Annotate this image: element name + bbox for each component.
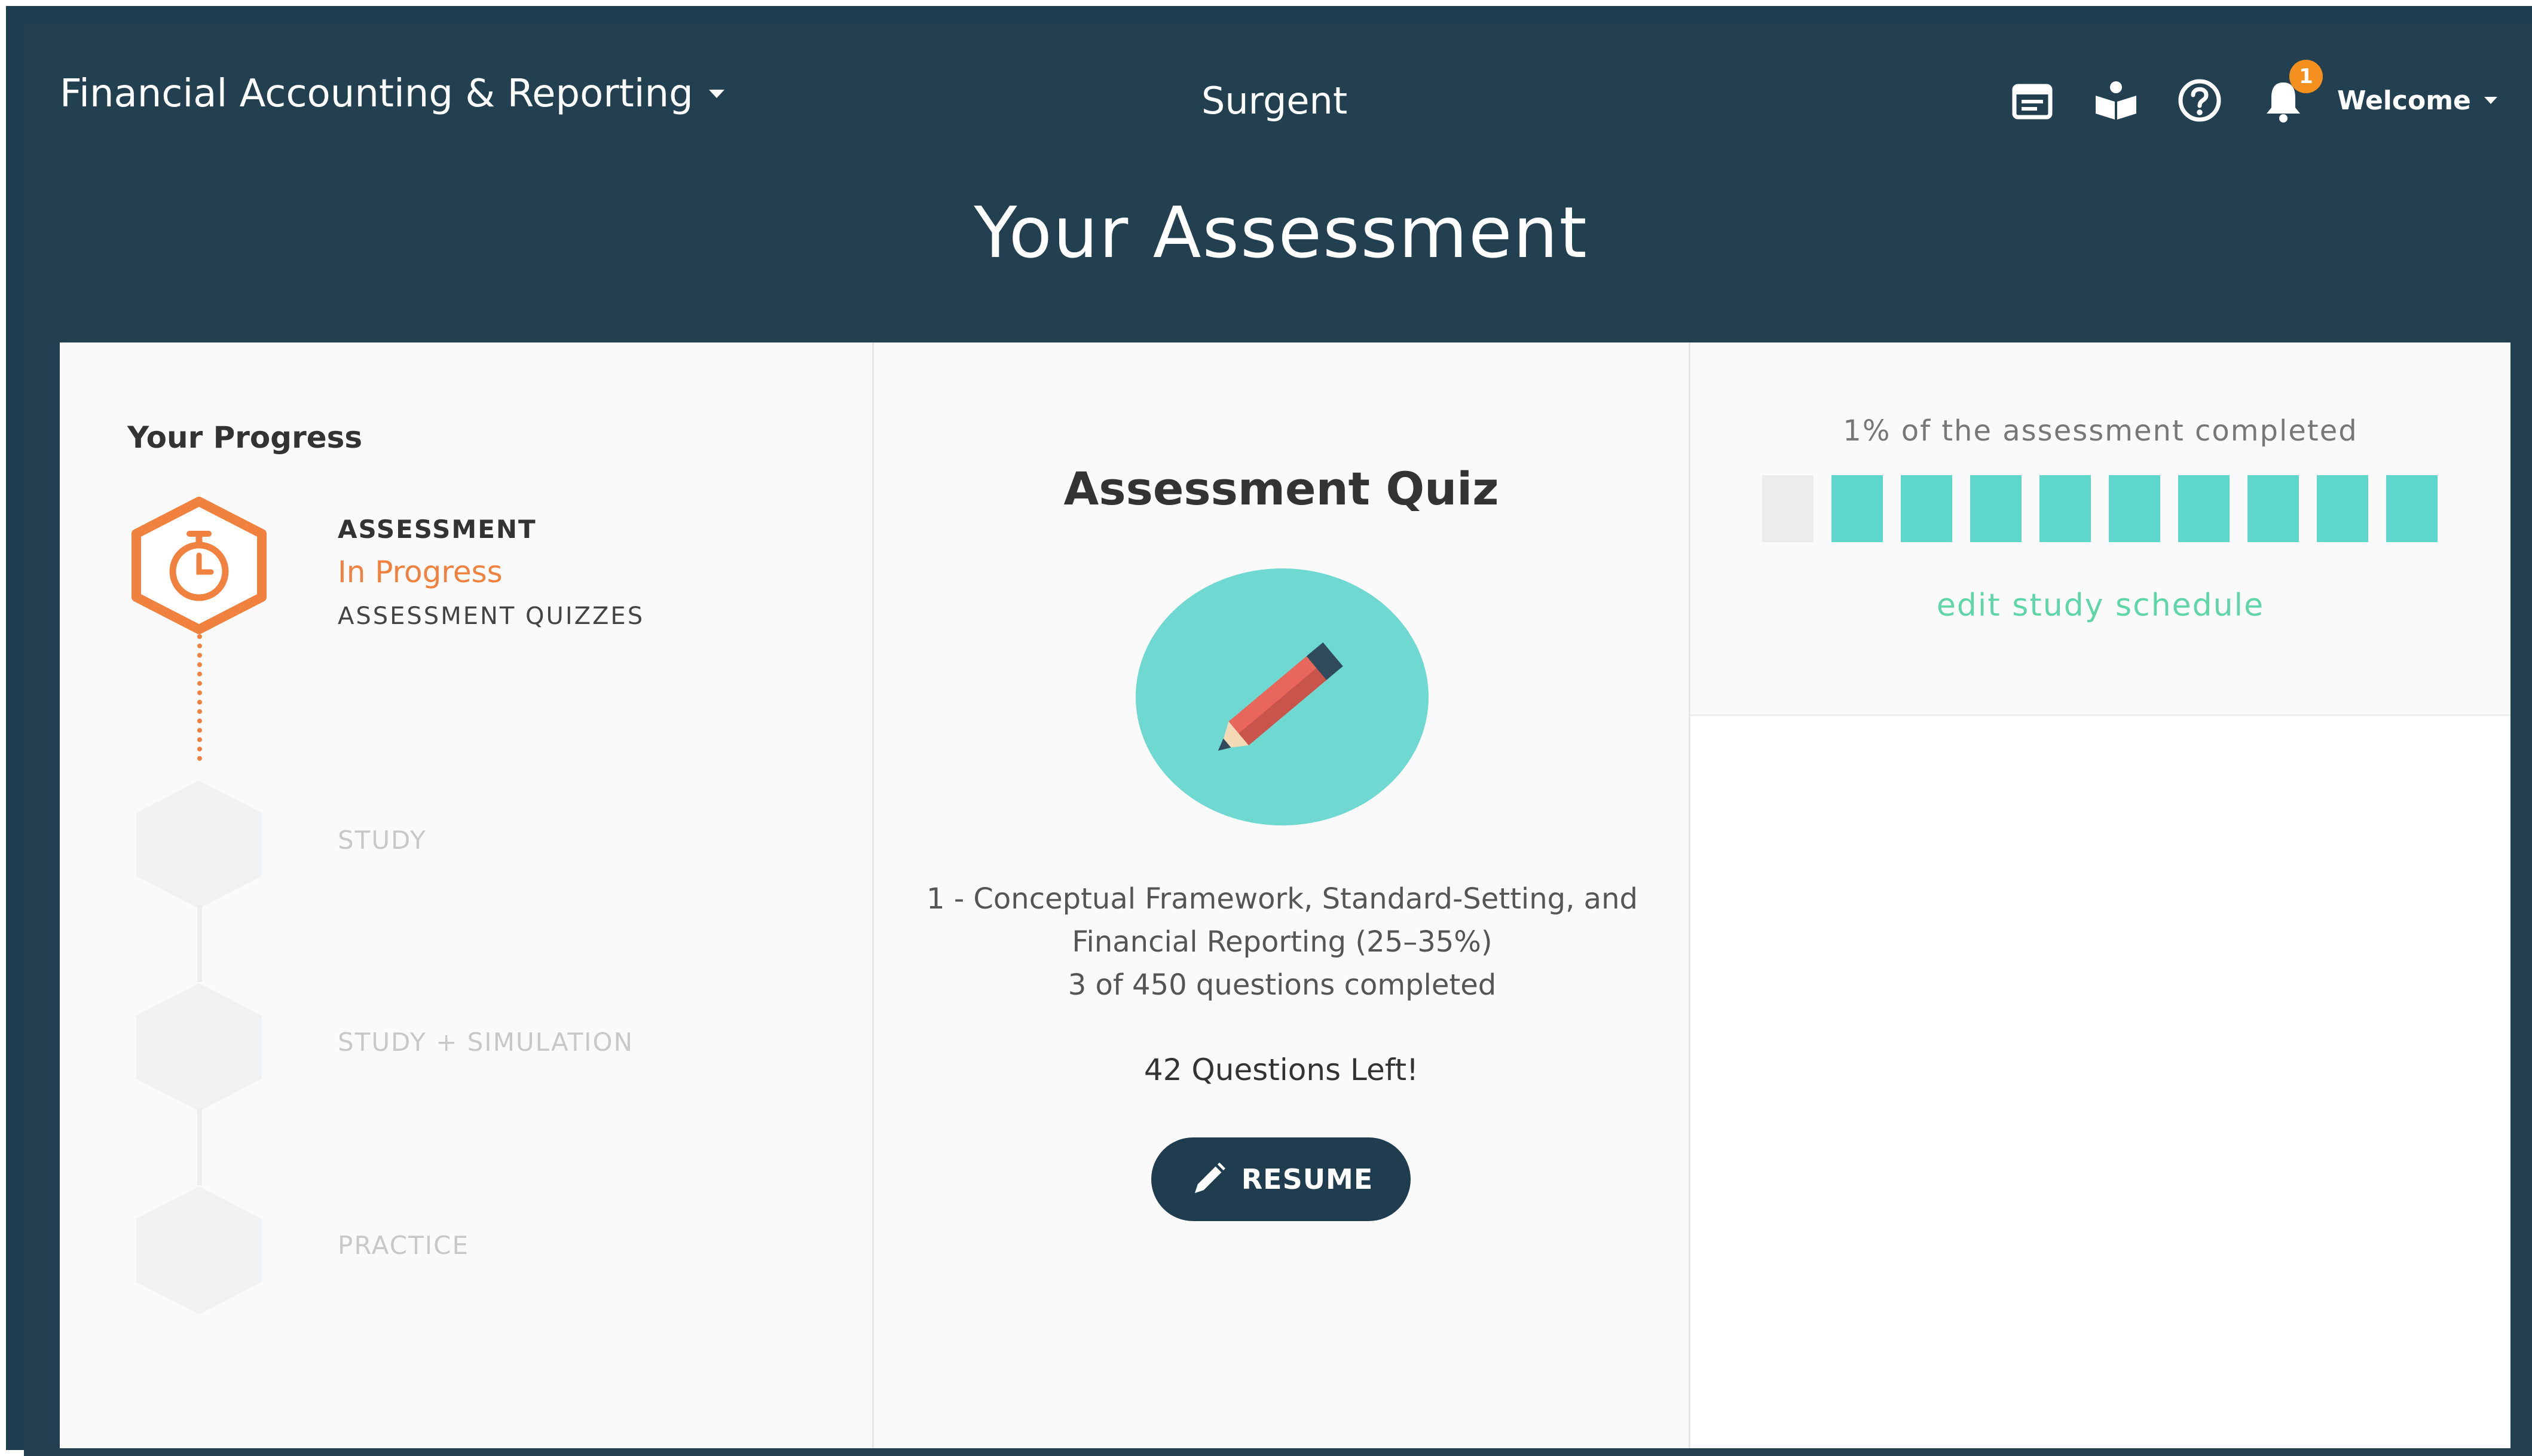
help-icon[interactable] bbox=[2176, 77, 2224, 124]
progress-block-filled bbox=[2317, 475, 2368, 542]
completion-card: 1% of the assessment completed edit stud… bbox=[1690, 342, 2510, 1448]
book-icon[interactable] bbox=[2092, 77, 2140, 124]
step-assessment-quizzes-link[interactable]: ASSESSMENT QUIZZES bbox=[338, 602, 644, 630]
progress-block-filled bbox=[2247, 475, 2299, 542]
quiz-section-name: 1 - Conceptual Framework, Standard-Setti… bbox=[926, 882, 1638, 959]
welcome-label: Welcome bbox=[2337, 85, 2471, 116]
progress-block-filled bbox=[1831, 475, 1883, 542]
progress-block-filled bbox=[2039, 475, 2091, 542]
notification-badge: 1 bbox=[2289, 60, 2323, 93]
chevron-down-icon bbox=[2484, 97, 2497, 104]
course-title: Financial Accounting & Reporting bbox=[60, 72, 693, 116]
progress-connector bbox=[197, 904, 202, 982]
step-study-hexagon-icon bbox=[127, 776, 271, 913]
pencil-icon bbox=[1194, 1162, 1225, 1194]
brand-logo[interactable]: Surgent bbox=[1201, 79, 1347, 123]
progress-block-filled bbox=[2178, 475, 2230, 542]
progress-card: Your Progress ASSESSMENT In Progress ASS… bbox=[60, 342, 874, 1448]
page-title: Your Assessment bbox=[974, 191, 1588, 274]
progress-title: Your Progress bbox=[127, 420, 363, 455]
stopwatch-icon bbox=[127, 497, 271, 634]
header-actions: 1 Welcome bbox=[2008, 60, 2497, 124]
quiz-description: 1 - Conceptual Framework, Standard-Setti… bbox=[910, 877, 1655, 1007]
progress-block-filled bbox=[2386, 475, 2438, 542]
step-practice-hexagon-icon bbox=[127, 1182, 271, 1319]
progress-block-empty bbox=[1762, 475, 1814, 542]
progress-block-filled bbox=[2109, 475, 2160, 542]
step-assessment-label[interactable]: ASSESSMENT bbox=[338, 515, 537, 544]
quiz-card: Assessment Quiz 1 - Conceptual Framework… bbox=[874, 342, 1690, 1448]
app-root: Financial Accounting & Reporting Surgent bbox=[24, 24, 2532, 1456]
step-study-label: STUDY bbox=[338, 825, 427, 855]
assessment-cards: Your Progress ASSESSMENT In Progress ASS… bbox=[60, 342, 2510, 1448]
resume-label: RESUME bbox=[1241, 1163, 1374, 1195]
calendar-icon[interactable] bbox=[2008, 77, 2056, 124]
quiz-title: Assessment Quiz bbox=[1063, 462, 1499, 515]
completion-summary: 1% of the assessment completed edit stud… bbox=[1690, 342, 2510, 716]
user-menu[interactable]: Welcome bbox=[2337, 85, 2497, 116]
completion-progress-blocks bbox=[1762, 475, 2438, 542]
step-study-simulation-label: STUDY + SIMULATION bbox=[338, 1027, 634, 1057]
step-practice-label: PRACTICE bbox=[338, 1231, 470, 1260]
chevron-down-icon bbox=[708, 90, 724, 98]
questions-left: 42 Questions Left! bbox=[1143, 1053, 1419, 1087]
bell-icon[interactable]: 1 bbox=[2259, 60, 2323, 124]
progress-block-filled bbox=[1970, 475, 2022, 542]
resume-button[interactable]: RESUME bbox=[1151, 1137, 1411, 1221]
edit-study-schedule-link[interactable]: edit study schedule bbox=[1690, 588, 2510, 623]
step-status: In Progress bbox=[338, 555, 503, 589]
step-study-simulation-hexagon-icon bbox=[127, 978, 271, 1116]
progress-connector bbox=[197, 1108, 202, 1185]
quiz-completed-count: 3 of 450 questions completed bbox=[1068, 968, 1497, 1002]
progress-connector bbox=[197, 634, 202, 761]
window-frame: Financial Accounting & Reporting Surgent bbox=[0, 0, 2532, 1456]
course-selector[interactable]: Financial Accounting & Reporting bbox=[60, 72, 724, 116]
completion-percent-text: 1% of the assessment completed bbox=[1843, 414, 2358, 448]
progress-block-filled bbox=[1901, 475, 1952, 542]
pencil-icon bbox=[1136, 568, 1429, 825]
